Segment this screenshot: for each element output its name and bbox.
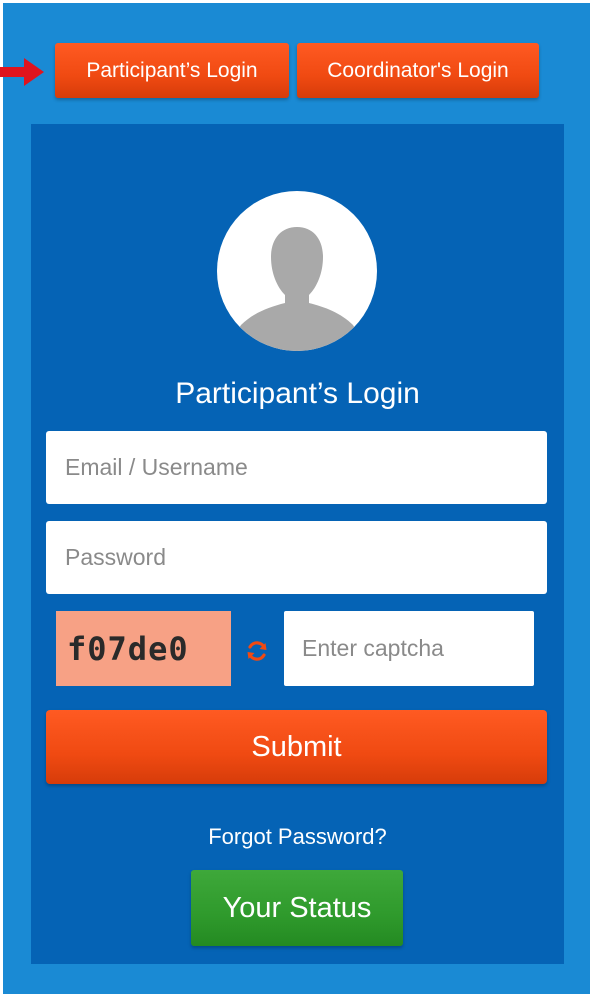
user-silhouette-icon xyxy=(235,227,359,351)
forgot-password-link[interactable]: Forgot Password? xyxy=(31,824,564,850)
email-field[interactable] xyxy=(46,431,547,504)
captcha-image: f07de0 xyxy=(56,611,231,686)
captcha-input[interactable] xyxy=(284,611,534,686)
submit-button[interactable]: Submit xyxy=(46,710,547,784)
tab-participant-login[interactable]: Participant’s Login xyxy=(55,43,289,98)
avatar xyxy=(217,191,377,351)
refresh-icon[interactable] xyxy=(245,639,269,663)
login-panel: Participant’s Login f07de0 Submit Forgot… xyxy=(31,124,564,964)
page-title: Participant’s Login xyxy=(175,377,420,410)
tab-coordinator-login[interactable]: Coordinator's Login xyxy=(297,43,539,98)
password-field[interactable] xyxy=(46,521,547,594)
arrow-right-icon xyxy=(0,58,44,86)
your-status-button[interactable]: Your Status xyxy=(191,870,403,946)
